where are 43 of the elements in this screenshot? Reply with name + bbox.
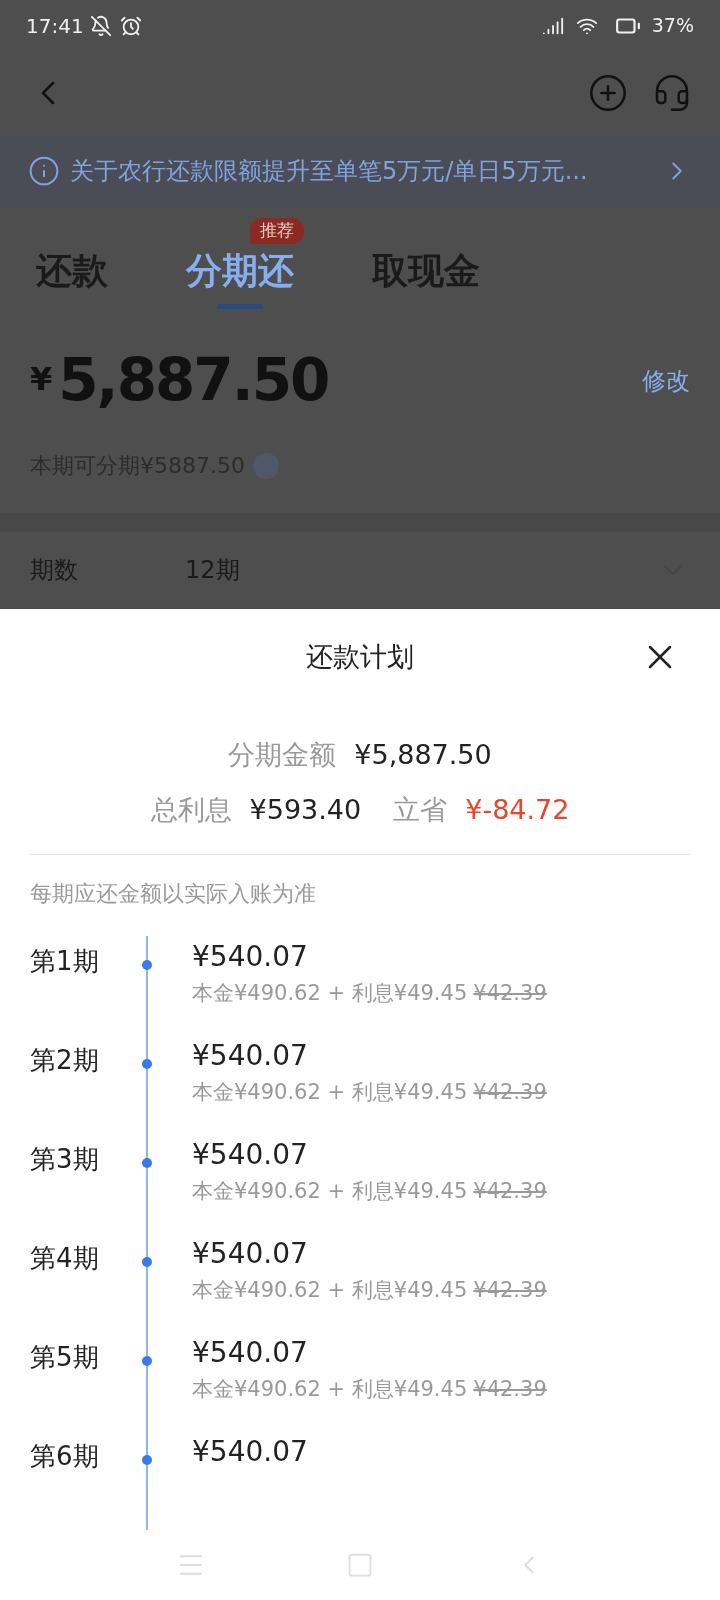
original-interest: ¥42.39	[473, 1376, 547, 1403]
alarm-icon	[119, 14, 142, 37]
notice-bar[interactable]: 关于农行还款限额提升至单笔5万元/单日5万元...	[0, 134, 720, 207]
original-interest: ¥42.39	[473, 1079, 547, 1106]
period-label: 第1期	[29, 945, 100, 978]
original-interest: ¥42.39	[473, 980, 547, 1007]
summary-label: 立省	[393, 792, 448, 827]
edit-link[interactable]: 修改	[642, 363, 690, 400]
period-amount: ¥540.07	[192, 1137, 309, 1173]
period-detail: 本金¥490.62 + 利息¥49.45	[192, 1376, 468, 1403]
add-icon[interactable]	[588, 72, 628, 113]
summary-value: ¥-84.72	[465, 792, 570, 827]
period-amount: ¥540.07	[192, 1335, 309, 1371]
sheet-title: 还款计划	[306, 639, 414, 674]
period-label: 第5期	[29, 1341, 100, 1374]
notice-text: 关于农行还款限额提升至单笔5万元/单日5万元...	[70, 155, 589, 187]
period-label: 第4期	[29, 1242, 100, 1275]
battery-level: 37%	[651, 13, 694, 39]
period-amount: ¥540.07	[192, 939, 309, 975]
summary-label: 分期金额	[228, 738, 337, 772]
currency-symbol: ¥	[30, 359, 53, 401]
summary-value: ¥593.40	[249, 792, 362, 827]
period-detail: 本金¥490.62 + 利息¥49.45	[192, 980, 468, 1007]
period-amount: ¥540.07	[192, 1434, 308, 1470]
period-detail: 本金¥490.62 + 利息¥49.45	[192, 1277, 468, 1304]
period-detail: 本金¥490.62 + 利息¥49.45	[192, 1079, 468, 1106]
amount-value: 5,887.50	[58, 351, 329, 410]
summary-value: ¥5,887.50	[354, 738, 492, 772]
recommend-badge: 推荐	[250, 218, 304, 244]
period-label: 第2期	[29, 1044, 100, 1077]
home-icon[interactable]	[346, 1551, 374, 1579]
status-time: 17:41	[26, 12, 84, 40]
tab[interactable]: 分期还	[186, 244, 294, 299]
summary-label: 总利息	[150, 792, 232, 827]
period-label: 第6期	[29, 1440, 100, 1473]
original-interest: ¥42.39	[473, 1277, 547, 1304]
original-interest: ¥42.39	[473, 1178, 547, 1205]
period-amount: ¥540.07	[192, 1236, 309, 1272]
period-detail: 本金¥490.62 + 利息¥49.45	[192, 1178, 468, 1205]
period-amount: ¥540.07	[192, 1038, 309, 1074]
bell-off-icon	[89, 14, 112, 37]
period-label: 第3期	[29, 1143, 100, 1176]
note-text: 每期应还金额以实际入账为准	[29, 880, 317, 908]
